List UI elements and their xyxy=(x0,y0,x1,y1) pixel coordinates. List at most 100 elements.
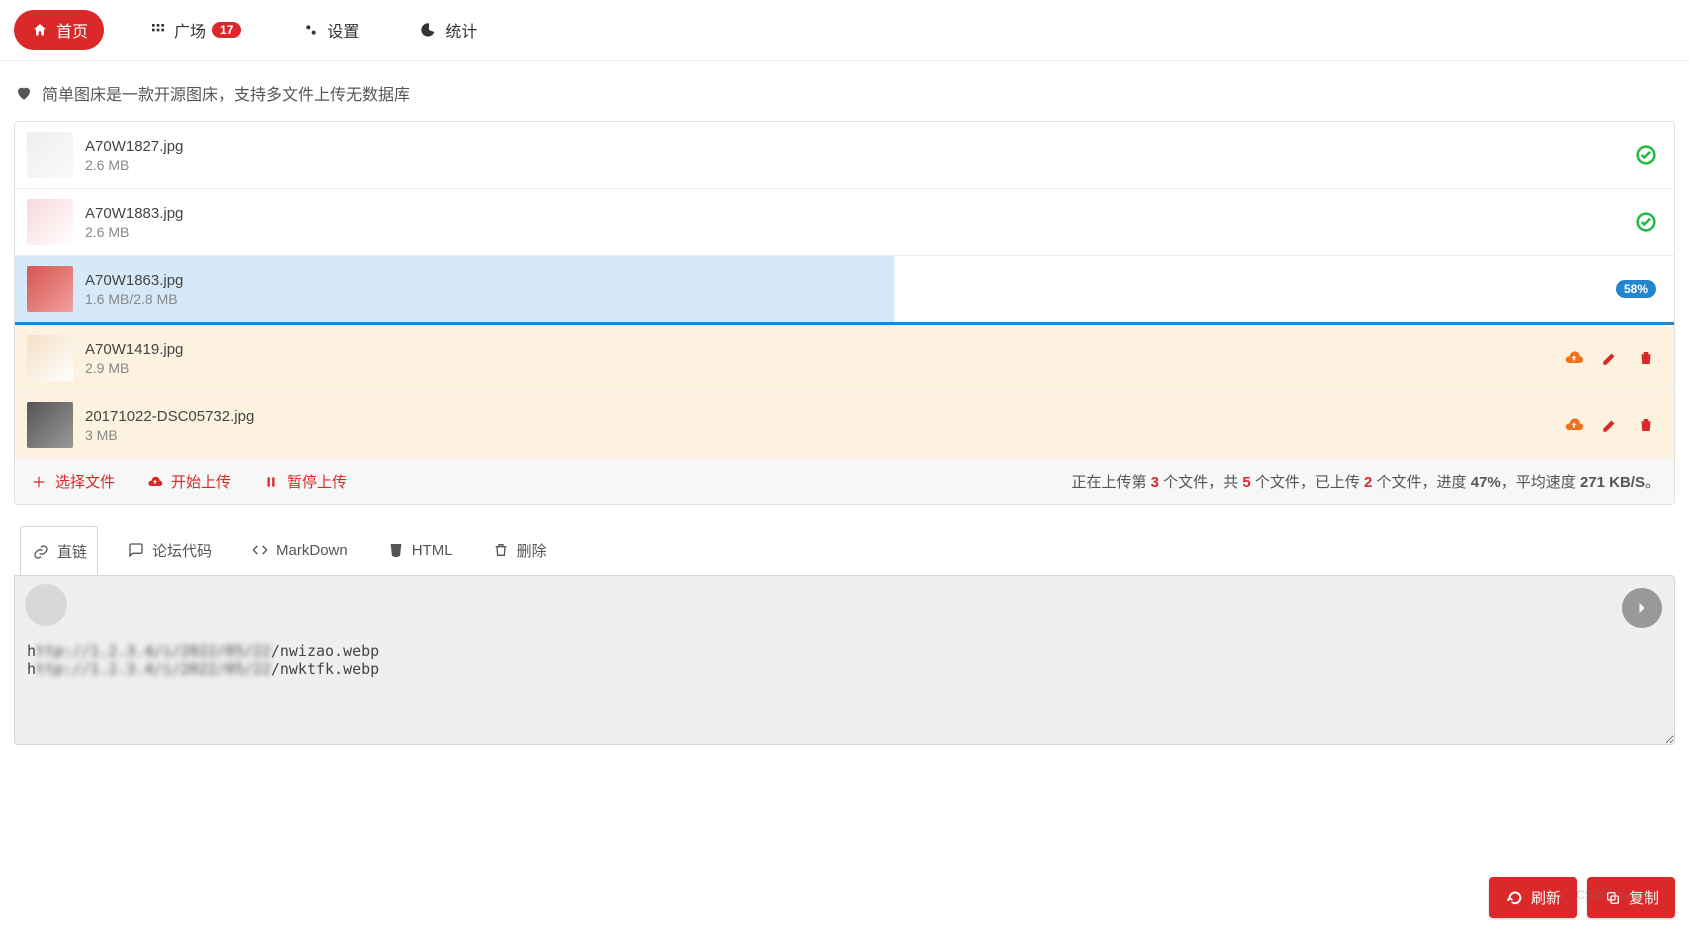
progress-badge: 58% xyxy=(1616,280,1656,298)
trash-icon xyxy=(491,540,511,560)
pause-upload-button[interactable]: 暂停上传 xyxy=(261,471,347,492)
overlay-blob xyxy=(25,584,67,626)
tab-html-label: HTML xyxy=(412,542,453,559)
select-files-label: 选择文件 xyxy=(55,471,115,492)
nav-settings-label: 设置 xyxy=(327,18,359,42)
file-size: 2.6 MB xyxy=(85,157,1636,173)
file-info: 20171022-DSC05732.jpg 3 MB xyxy=(85,408,1564,443)
file-name: A70W1883.jpg xyxy=(85,205,1636,222)
check-circle-icon xyxy=(1636,212,1656,232)
file-size: 1.6 MB/2.8 MB xyxy=(85,291,1616,307)
scroll-right-button[interactable] xyxy=(1622,588,1662,628)
file-actions xyxy=(1564,348,1662,368)
comment-icon xyxy=(126,540,146,560)
copy-button[interactable]: 复制 xyxy=(1587,877,1675,918)
file-size: 3 MB xyxy=(85,427,1564,443)
file-actions xyxy=(1636,145,1662,165)
status-text: 。 xyxy=(1645,474,1660,491)
edit-icon[interactable] xyxy=(1600,348,1620,368)
tab-forum-label: 论坛代码 xyxy=(152,540,212,561)
tab-direct[interactable]: 直链 xyxy=(20,526,98,576)
upload-panel: A70W1827.jpg 2.6 MB A70W1883.jpg 2.6 MB … xyxy=(14,121,1675,505)
select-files-button[interactable]: 选择文件 xyxy=(29,471,115,492)
nav-plaza-label: 广场 xyxy=(174,18,206,42)
refresh-button[interactable]: 刷新 xyxy=(1489,877,1577,918)
status-speed: 271 KB/S xyxy=(1580,474,1645,491)
trash-icon[interactable] xyxy=(1636,415,1656,435)
tagline: 简单图床是一款开源图床，支持多文件上传无数据库 xyxy=(0,61,1689,121)
file-name: A70W1827.jpg xyxy=(85,138,1636,155)
html5-icon xyxy=(386,540,406,560)
file-item: 20171022-DSC05732.jpg 3 MB xyxy=(15,392,1674,459)
status-text: 个文件，共 xyxy=(1159,474,1242,491)
file-item: A70W1827.jpg 2.6 MB xyxy=(15,122,1674,189)
links-area: 直链 论坛代码 MarkDown HTML 删除 http://1.2.3.4/… xyxy=(14,525,1675,745)
file-info: A70W1863.jpg 1.6 MB/2.8 MB xyxy=(85,272,1616,307)
status-progress: 47% xyxy=(1471,474,1501,491)
tab-markdown[interactable]: MarkDown xyxy=(240,526,358,574)
start-upload-label: 开始上传 xyxy=(171,471,231,492)
file-size: 2.6 MB xyxy=(85,224,1636,240)
nav-plaza-badge: 17 xyxy=(212,22,241,38)
links-textarea[interactable]: http://1.2.3.4/i/2022/05/22/nwizao.webph… xyxy=(14,575,1675,745)
start-upload-button[interactable]: 开始上传 xyxy=(145,471,231,492)
file-info: A70W1827.jpg 2.6 MB xyxy=(85,138,1636,173)
check-circle-icon xyxy=(1636,145,1656,165)
upload-footer: 选择文件 开始上传 暂停上传 正在上传第 3 个文件，共 5 个文件，已上传 2… xyxy=(15,459,1674,504)
file-actions xyxy=(1636,212,1662,232)
tab-delete-label: 删除 xyxy=(517,540,547,561)
cloud-upload-icon xyxy=(145,472,165,492)
grid-icon xyxy=(148,20,168,40)
file-name: 20171022-DSC05732.jpg xyxy=(85,408,1564,425)
plus-icon xyxy=(29,472,49,492)
nav-stats-label: 统计 xyxy=(445,18,477,42)
bottom-buttons: 刷新 复制 xyxy=(1489,877,1675,918)
status-total: 5 xyxy=(1242,474,1250,491)
file-actions: 58% xyxy=(1616,280,1662,298)
file-thumbnail xyxy=(27,132,73,178)
file-info: A70W1883.jpg 2.6 MB xyxy=(85,205,1636,240)
refresh-label: 刷新 xyxy=(1531,887,1561,908)
heart-icon xyxy=(14,83,34,103)
tab-delete[interactable]: 删除 xyxy=(481,526,557,575)
tabs-row: 直链 论坛代码 MarkDown HTML 删除 xyxy=(14,525,1675,575)
pause-icon xyxy=(261,472,281,492)
top-nav: 首页 广场 17 设置 统计 xyxy=(0,0,1689,61)
nav-settings[interactable]: 设置 xyxy=(285,10,375,50)
status-text: 个文件，已上传 xyxy=(1251,474,1364,491)
tab-html[interactable]: HTML xyxy=(376,526,463,574)
file-name: A70W1419.jpg xyxy=(85,341,1564,358)
status-text: 正在上传第 xyxy=(1072,474,1151,491)
tab-direct-label: 直链 xyxy=(57,541,87,562)
copy-label: 复制 xyxy=(1629,887,1659,908)
file-name: A70W1863.jpg xyxy=(85,272,1616,289)
file-item: A70W1863.jpg 1.6 MB/2.8 MB 58% xyxy=(15,256,1674,325)
file-thumbnail xyxy=(27,335,73,381)
nav-home-label: 首页 xyxy=(56,18,88,42)
status-current: 3 xyxy=(1151,474,1159,491)
edit-icon[interactable] xyxy=(1600,415,1620,435)
tagline-text: 简单图床是一款开源图床，支持多文件上传无数据库 xyxy=(42,81,410,105)
pause-upload-label: 暂停上传 xyxy=(287,471,347,492)
file-item: A70W1419.jpg 2.9 MB xyxy=(15,325,1674,392)
file-thumbnail xyxy=(27,266,73,312)
nav-plaza[interactable]: 广场 17 xyxy=(132,10,257,50)
tab-forum[interactable]: 论坛代码 xyxy=(116,526,222,575)
link-icon xyxy=(31,542,51,562)
file-thumbnail xyxy=(27,199,73,245)
nav-home[interactable]: 首页 xyxy=(14,10,104,50)
chart-pie-icon xyxy=(419,20,439,40)
trash-icon[interactable] xyxy=(1636,348,1656,368)
upload-status: 正在上传第 3 个文件，共 5 个文件，已上传 2 个文件，进度 47%，平均速… xyxy=(1072,471,1661,492)
code-icon xyxy=(250,540,270,560)
copy-icon xyxy=(1603,888,1623,908)
tab-markdown-label: MarkDown xyxy=(276,542,348,559)
file-item: A70W1883.jpg 2.6 MB xyxy=(15,189,1674,256)
file-thumbnail xyxy=(27,402,73,448)
file-info: A70W1419.jpg 2.9 MB xyxy=(85,341,1564,376)
home-icon xyxy=(30,20,50,40)
status-text: ，平均速度 xyxy=(1501,474,1580,491)
nav-stats[interactable]: 统计 xyxy=(403,10,493,50)
cloud-upload-icon[interactable] xyxy=(1564,415,1584,435)
cloud-upload-icon[interactable] xyxy=(1564,348,1584,368)
